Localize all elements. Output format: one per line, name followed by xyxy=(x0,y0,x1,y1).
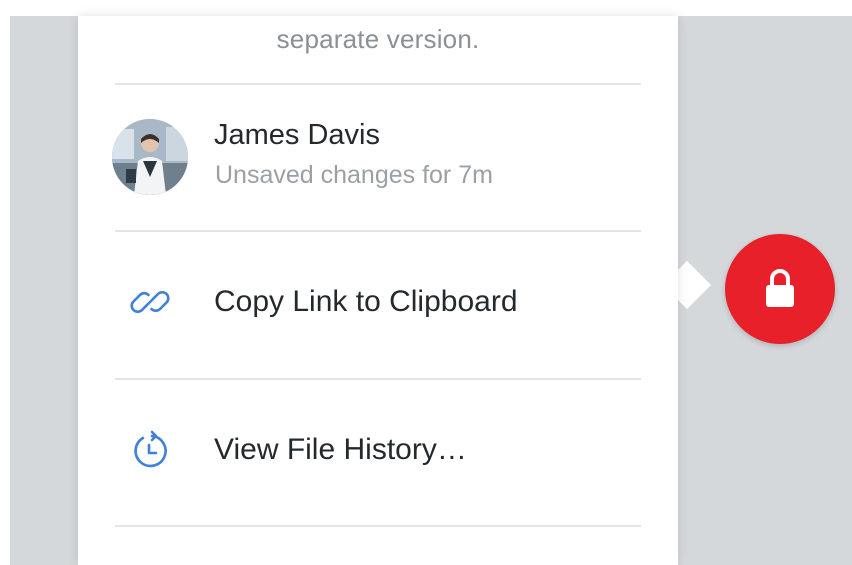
divider xyxy=(115,378,641,380)
divider xyxy=(115,525,641,527)
divider xyxy=(115,83,641,85)
user-status: Unsaved changes for 7m xyxy=(215,161,493,189)
history-clock-icon xyxy=(130,429,174,473)
view-history-label: View File History… xyxy=(214,433,467,466)
lock-button[interactable] xyxy=(725,234,835,344)
lock-icon xyxy=(766,269,794,307)
copy-link-label: Copy Link to Clipboard xyxy=(214,285,518,318)
user-avatar xyxy=(112,119,188,195)
user-name: James Davis xyxy=(214,119,380,151)
avatar-photo-icon xyxy=(112,119,188,195)
version-note-text: separate version. xyxy=(276,24,480,54)
version-note: separate version. xyxy=(78,16,678,84)
link-icon xyxy=(128,280,172,324)
divider xyxy=(115,230,641,232)
file-actions-panel: separate version. James Davis Unsaved ch… xyxy=(78,16,678,565)
